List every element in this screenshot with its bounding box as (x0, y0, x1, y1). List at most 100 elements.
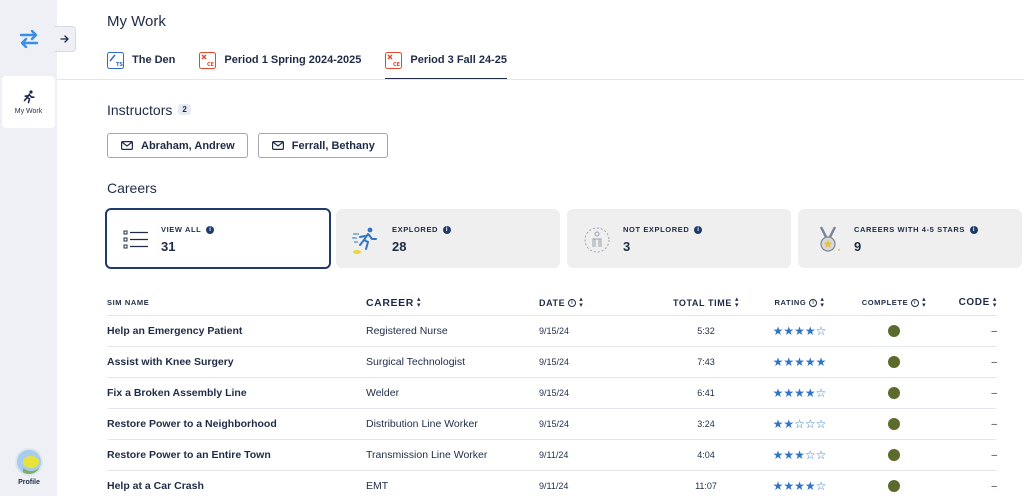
profile-label: Profile (18, 479, 40, 486)
complete-cell (846, 356, 942, 368)
instructor-name: Abraham, Andrew (141, 139, 235, 152)
sim-name-link[interactable]: Assist with Knee Surgery (107, 356, 366, 368)
course-tabs: TS The Den CE Period 1 Spring 2024-2025 … (107, 48, 531, 80)
info-icon[interactable]: i (911, 298, 920, 307)
sort-icon[interactable]: ▴ ▾ (922, 296, 926, 309)
star-empty-icon: ☆ (815, 324, 827, 338)
star-filled-icon: ★ (772, 324, 784, 338)
card-label: VIEW ALL i (161, 225, 215, 235)
star-filled-icon: ★ (794, 386, 805, 400)
switch-icon[interactable] (12, 26, 46, 52)
avatar (15, 448, 43, 476)
table-row[interactable]: Help an Emergency Patient Registered Nurs… (107, 316, 997, 347)
star-filled-icon: ★ (794, 355, 805, 369)
col-code[interactable]: CODE ▴ ▾ (942, 296, 997, 309)
star-filled-icon: ★ (783, 479, 795, 493)
card-value: 28 (392, 239, 407, 254)
tab-period-1[interactable]: CE Period 1 Spring 2024-2025 (199, 48, 361, 72)
info-icon[interactable]: i (443, 226, 452, 235)
table-row[interactable]: Restore Power to a Neighborhood Distribut… (107, 409, 997, 440)
tab-label: Period 3 Fall 24-25 (410, 54, 507, 66)
star-empty-icon: ☆ (815, 386, 827, 400)
star-filled-icon: ★ (804, 355, 816, 369)
tab-period-3[interactable]: CE Period 3 Fall 24-25 (385, 48, 507, 80)
card-not-explored[interactable]: NOT EXPLORED i 3 (567, 209, 791, 268)
sim-name-link[interactable]: Help an Emergency Patient (107, 325, 366, 337)
sort-icon[interactable]: ▴ ▾ (579, 296, 583, 309)
card-view-all[interactable]: VIEW ALL i 31 (105, 208, 331, 269)
col-date[interactable]: DATE i ▴ ▾ (539, 296, 659, 309)
table-row[interactable]: Fix a Broken Assembly Line Welder 9/15/24 6… (107, 378, 997, 409)
sim-name-link[interactable]: Fix a Broken Assembly Line (107, 387, 366, 399)
info-icon[interactable]: i (809, 298, 818, 307)
date-cell: 9/15/24 (539, 326, 570, 336)
sim-name-link[interactable]: Restore Power to an Entire Town (107, 449, 366, 461)
total-time-cell: 6:41 (697, 388, 715, 398)
table-header: SIM NAME CAREER ▴ ▾ DATE i ▴ ▾ TOTAL TIME ▴ ▾ R… (107, 290, 997, 316)
page-title: My Work (107, 13, 166, 30)
envelope-icon (121, 141, 133, 150)
col-sim-name: SIM NAME (107, 298, 150, 307)
date-cell: 9/15/24 (539, 419, 570, 429)
card-explored[interactable]: EXPLORED i 28 (336, 209, 560, 268)
table-body: Help an Emergency Patient Registered Nurs… (107, 316, 997, 496)
instructors-title: Instructors (107, 102, 173, 118)
star-filled-icon: ★ (804, 479, 816, 493)
profile-button[interactable]: Profile (8, 448, 50, 486)
col-rating[interactable]: RATING i ▴ ▾ (753, 296, 846, 309)
instructor-button[interactable]: Ferrall, Bethany (257, 133, 388, 158)
star-filled-icon: ★ (772, 417, 784, 431)
career-cell: Transmission Line Worker (366, 449, 488, 461)
info-icon[interactable]: i (970, 226, 978, 235)
complete-cell (846, 480, 942, 492)
col-complete[interactable]: COMPLETE i ▴ ▾ (846, 296, 942, 309)
complete-cell (846, 325, 942, 337)
date-cell: 9/11/24 (539, 481, 569, 491)
careers-heading: Careers (107, 180, 157, 196)
star-filled-icon: ★ (804, 386, 816, 400)
star-empty-icon: ☆ (794, 417, 805, 431)
code-cell: – (991, 449, 997, 461)
rating-stars: ★ ★ ★ ★ ★ (753, 356, 846, 368)
star-filled-icon: ★ (783, 417, 795, 431)
star-filled-icon: ★ (783, 448, 795, 462)
complete-cell (846, 418, 942, 430)
dashed-person-icon (584, 227, 610, 253)
sidebar-item-label: My Work (14, 107, 43, 115)
date-cell: 9/15/24 (539, 357, 570, 367)
rating-stars: ★ ★ ☆ ☆ ☆ (753, 418, 846, 430)
svg-text:CE: CE (393, 62, 401, 68)
complete-dot-icon (888, 418, 900, 430)
career-cell: Welder (366, 387, 400, 399)
sim-name-link[interactable]: Restore Power to a Neighborhood (107, 418, 366, 430)
sort-icon[interactable]: ▴ ▾ (820, 296, 824, 309)
star-filled-icon: ★ (794, 479, 805, 493)
star-empty-icon: ☆ (804, 417, 816, 431)
card-value: 31 (161, 239, 176, 254)
running-person-icon (23, 89, 35, 103)
rating-stars: ★ ★ ★ ★ ☆ (753, 325, 846, 337)
code-cell: – (991, 480, 997, 492)
card-4-5-stars[interactable]: CAREERS WITH 4-5 STARS i 9 (798, 209, 1022, 268)
star-filled-icon: ★ (783, 386, 795, 400)
instructor-button[interactable]: Abraham, Andrew (107, 133, 248, 158)
table-row[interactable]: Restore Power to an Entire Town Transmiss… (107, 440, 997, 471)
table-row[interactable]: Assist with Knee Surgery Surgical Technol… (107, 347, 997, 378)
sim-name-link[interactable]: Help at a Car Crash (107, 480, 366, 492)
tab-the-den[interactable]: TS The Den (107, 48, 175, 72)
career-cell: Surgical Technologist (366, 356, 466, 368)
col-career[interactable]: CAREER ▴ ▾ (366, 296, 539, 309)
sort-icon[interactable]: ▴ ▾ (735, 296, 739, 309)
header-divider (57, 79, 1024, 80)
star-filled-icon: ★ (772, 355, 784, 369)
sort-icon[interactable]: ▴ ▾ (993, 296, 997, 309)
col-total-time[interactable]: TOTAL TIME ▴ ▾ (659, 296, 753, 309)
info-icon[interactable]: i (568, 298, 577, 307)
card-value: 3 (623, 239, 631, 254)
sidebar-item-my-work[interactable]: My Work (2, 76, 55, 128)
info-icon[interactable]: i (694, 226, 703, 235)
table-row[interactable]: Help at a Car Crash EMT 9/11/24 11:07 ★ ★ ★ ★ ☆ – (107, 471, 997, 496)
info-icon[interactable]: i (206, 226, 215, 235)
expand-sidebar-button[interactable] (55, 26, 76, 52)
sort-icon[interactable]: ▴ ▾ (417, 296, 421, 309)
